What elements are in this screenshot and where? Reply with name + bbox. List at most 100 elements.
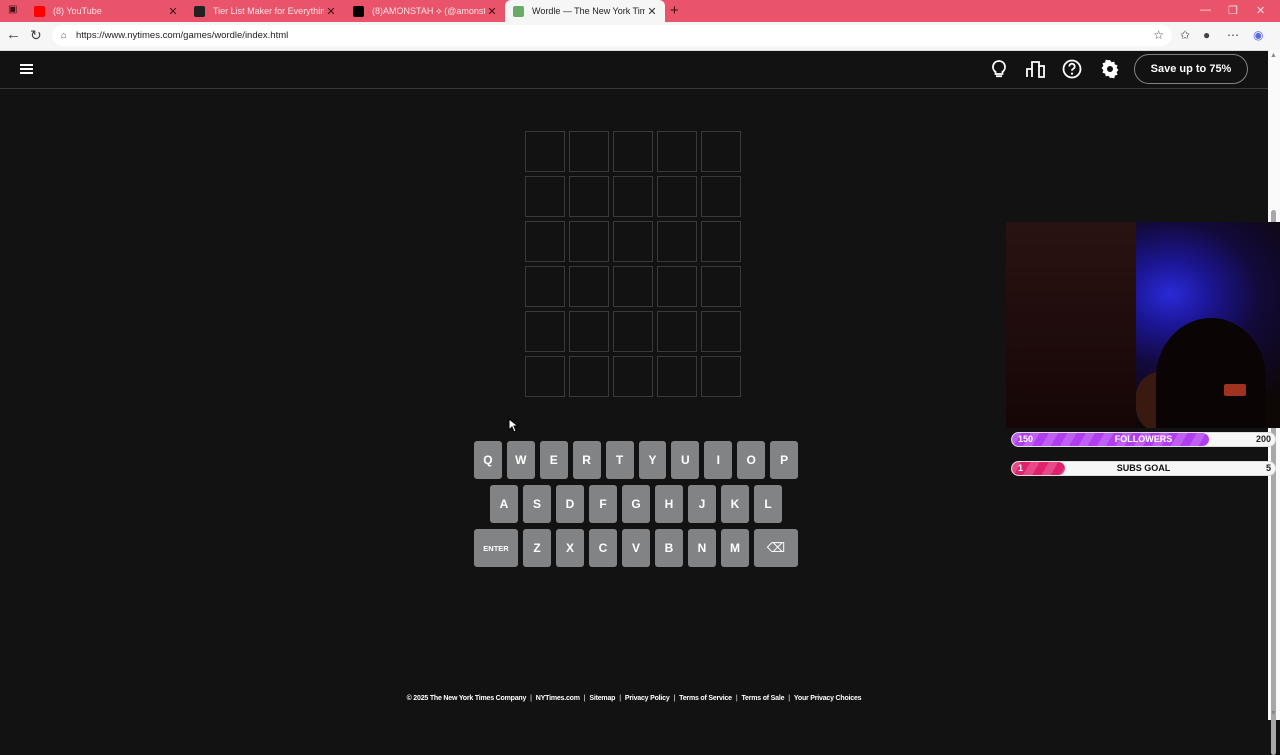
followers-label: FOLLOWERS xyxy=(1114,434,1173,444)
footer-separator: | xyxy=(788,695,790,702)
browser-tab[interactable]: Wordle — The New York Times ✕ xyxy=(505,0,665,22)
key-h[interactable]: H xyxy=(655,485,683,523)
hint-bulb-icon[interactable] xyxy=(989,59,1009,79)
key-e[interactable]: E xyxy=(539,441,568,479)
key-d[interactable]: D xyxy=(556,485,584,523)
key-k[interactable]: K xyxy=(721,485,749,523)
footer-link[interactable]: Privacy Policy xyxy=(625,695,670,702)
key-m[interactable]: M xyxy=(721,529,749,567)
footer-separator: | xyxy=(619,695,621,702)
key-u[interactable]: U xyxy=(671,441,700,479)
url-text: https://www.nytimes.com/games/wordle/ind… xyxy=(76,30,289,41)
letter-tile xyxy=(569,176,609,217)
tiktok-icon xyxy=(353,5,364,17)
keyboard-row: ENTER Z X C V B N M ⌫ xyxy=(474,529,798,567)
followers-goal: 200 xyxy=(1255,434,1271,444)
letter-tile xyxy=(613,266,653,307)
backspace-key[interactable]: ⌫ xyxy=(754,529,798,567)
letter-tile xyxy=(613,131,653,172)
key-y[interactable]: Y xyxy=(638,441,667,479)
save-subscription-button[interactable]: Save up to 75% xyxy=(1134,54,1248,84)
key-o[interactable]: O xyxy=(737,441,766,479)
footer-link[interactable]: Your Privacy Choices xyxy=(794,695,862,702)
letter-tile xyxy=(657,356,697,397)
browser-tab[interactable]: (8) YouTube ✕ xyxy=(26,0,186,22)
key-p[interactable]: P xyxy=(770,441,799,479)
footer-link[interactable]: Sitemap xyxy=(589,695,615,702)
scroll-down-icon[interactable]: ▼ xyxy=(1270,710,1277,717)
key-s[interactable]: S xyxy=(523,485,551,523)
browser-tab[interactable]: (8)AMONSTAH ⟡ (@amonstahh)✕ xyxy=(345,0,505,22)
mouse-cursor-icon xyxy=(508,418,518,433)
back-icon[interactable]: ← xyxy=(6,27,21,43)
board-row xyxy=(525,266,747,307)
letter-tile xyxy=(657,131,697,172)
letter-tile xyxy=(613,311,653,352)
key-q[interactable]: Q xyxy=(473,441,502,479)
footer-separator: | xyxy=(530,695,532,702)
key-a[interactable]: A xyxy=(490,485,518,523)
youtube-icon xyxy=(34,5,45,17)
key-i[interactable]: I xyxy=(704,441,733,479)
tab-title: (8)AMONSTAH ⟡ (@amonstahh) xyxy=(372,5,485,16)
key-z[interactable]: Z xyxy=(523,529,551,567)
menu-icon[interactable] xyxy=(20,64,33,74)
maximize-icon[interactable]: ❐ xyxy=(1228,4,1238,17)
key-g[interactable]: G xyxy=(622,485,650,523)
refresh-icon[interactable]: ↻ xyxy=(30,27,42,43)
board-row xyxy=(525,221,747,262)
close-tab-icon[interactable]: ✕ xyxy=(485,5,499,18)
help-icon[interactable] xyxy=(1062,59,1082,79)
key-f[interactable]: F xyxy=(589,485,617,523)
tab-actions-icon[interactable]: ▣ xyxy=(8,4,17,15)
key-x[interactable]: X xyxy=(556,529,584,567)
favorites-icon[interactable]: ✩ xyxy=(1180,28,1190,42)
board-row xyxy=(525,176,747,217)
board-row xyxy=(525,311,747,352)
browser-tab-bar: ▣ (8) YouTube ✕ Tier List Maker for Everyt… xyxy=(0,0,1280,22)
copilot-icon[interactable]: ◉ xyxy=(1253,28,1263,42)
settings-icon[interactable] xyxy=(1100,59,1120,79)
scroll-up-icon[interactable]: ▲ xyxy=(1270,52,1277,59)
footer-link[interactable]: Terms of Service xyxy=(679,695,732,702)
stats-icon[interactable] xyxy=(1026,59,1046,79)
close-tab-icon[interactable]: ✕ xyxy=(645,5,659,18)
key-l[interactable]: L xyxy=(754,485,782,523)
key-w[interactable]: W xyxy=(506,441,535,479)
profile-icon[interactable]: ● xyxy=(1203,28,1210,42)
minimize-icon[interactable]: — xyxy=(1200,4,1211,16)
key-v[interactable]: V xyxy=(622,529,650,567)
subs-label: SUBS GOAL xyxy=(1116,463,1171,473)
enter-key[interactable]: ENTER xyxy=(474,529,518,567)
on-screen-keyboard: Q W E R T Y U I O P A S D F G H J K L ENTER Z X C V B N M ⌫ xyxy=(473,441,799,573)
key-b[interactable]: B xyxy=(655,529,683,567)
more-options-icon[interactable]: ⋯ xyxy=(1227,28,1239,42)
page-footer: © 2025 The New York Times Company | NYTime… xyxy=(0,695,1268,702)
letter-tile xyxy=(525,176,565,217)
close-tab-icon[interactable]: ✕ xyxy=(166,5,180,18)
letter-tile xyxy=(525,131,565,172)
key-n[interactable]: N xyxy=(688,529,716,567)
site-info-icon[interactable]: ⌂ xyxy=(61,25,66,46)
bookmark-star-icon[interactable]: ☆ xyxy=(1153,25,1164,46)
tab-title: Wordle — The New York Times xyxy=(532,6,645,16)
letter-tile xyxy=(701,266,741,307)
letter-tile xyxy=(657,311,697,352)
key-j[interactable]: J xyxy=(688,485,716,523)
subs-goal-bar: 1 SUBS GOAL 5 xyxy=(1011,461,1276,476)
letter-tile xyxy=(569,356,609,397)
tab-title: (8) YouTube xyxy=(53,6,102,16)
footer-link[interactable]: Terms of Sale xyxy=(742,695,785,702)
key-t[interactable]: T xyxy=(605,441,634,479)
url-field[interactable]: ⌂ https://www.nytimes.com/games/wordle/i… xyxy=(52,25,1172,46)
board-row xyxy=(525,131,747,172)
footer-link[interactable]: NYTimes.com xyxy=(536,695,580,702)
key-r[interactable]: R xyxy=(572,441,601,479)
letter-tile xyxy=(613,221,653,262)
key-c[interactable]: C xyxy=(589,529,617,567)
close-tab-icon[interactable]: ✕ xyxy=(324,5,338,18)
new-tab-button[interactable]: + xyxy=(670,3,679,19)
close-window-icon[interactable]: ✕ xyxy=(1256,4,1265,17)
browser-tab[interactable]: Tier List Maker for Everything - Ti✕ xyxy=(186,0,344,22)
letter-tile xyxy=(701,176,741,217)
